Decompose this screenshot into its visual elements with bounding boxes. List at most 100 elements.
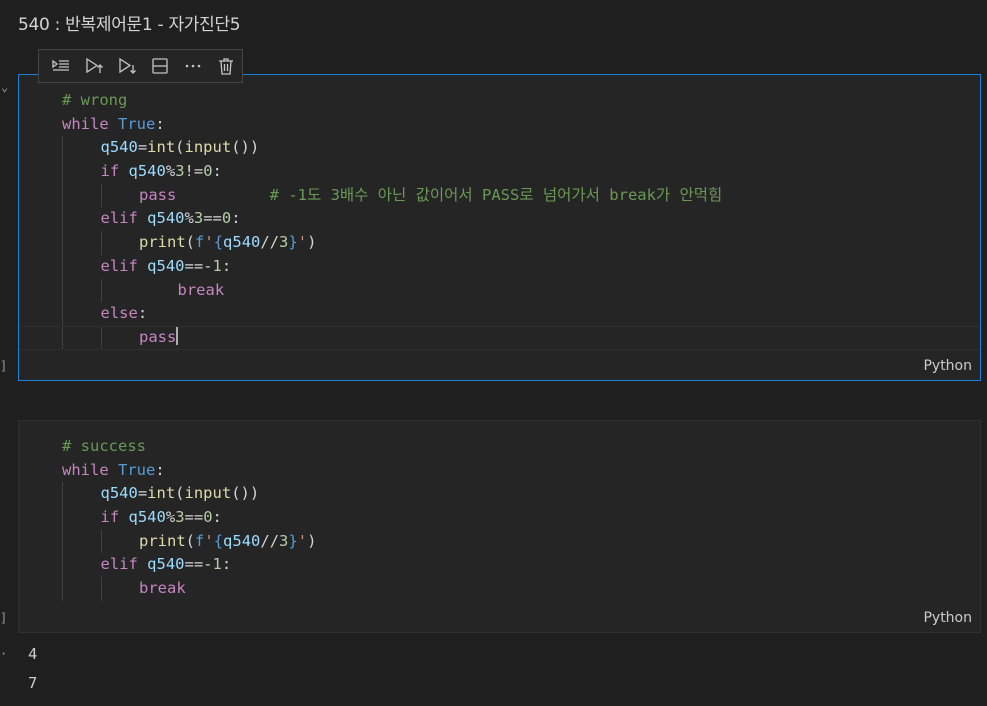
indent-guide <box>62 136 63 161</box>
code-token: ()) <box>231 138 260 157</box>
execute-above-icon <box>51 59 69 71</box>
code-line[interactable]: if q540%3!=0: <box>62 160 980 184</box>
code-token: } <box>288 233 298 252</box>
code-token: elif <box>100 209 138 228</box>
code-token: // <box>260 233 280 252</box>
more-actions-button[interactable] <box>178 51 209 81</box>
code-token: == <box>203 209 222 228</box>
code-editor[interactable]: # wrong while True: q540=int(input()) if q5… <box>19 89 980 350</box>
code-token: input <box>184 484 232 503</box>
indent-guide <box>62 553 63 578</box>
code-token: % <box>165 162 176 181</box>
code-token: 0 <box>203 508 213 527</box>
code-token: True <box>118 114 156 133</box>
indent-guide <box>62 577 63 601</box>
indent-guide <box>62 482 63 507</box>
code-token: - <box>203 555 213 574</box>
code-token: ' <box>297 531 308 550</box>
code-line[interactable]: elif q540==-1: <box>62 254 980 279</box>
code-line[interactable]: q540=int(input()) <box>62 136 980 161</box>
code-cell[interactable]: # success while True: q540=int(input()) if … <box>18 420 981 633</box>
code-line[interactable]: if q540%3==0: <box>62 506 980 530</box>
execute-cell-and-below-button[interactable] <box>111 51 142 81</box>
code-token: elif <box>100 256 138 275</box>
code-token: ) <box>307 531 317 550</box>
code-line[interactable]: print(f'{q540//3}') <box>62 231 980 255</box>
code-token: True <box>118 460 156 479</box>
code-line[interactable]: while True: <box>62 459 980 483</box>
code-token: 3 <box>279 531 289 550</box>
code-token: # -1도 3배수 아닌 값이어서 PASS로 넘어가서 break가 안먹힘 <box>269 185 723 204</box>
code-token: : <box>212 508 222 527</box>
code-token: input <box>184 138 232 157</box>
code-token: ' <box>297 233 308 252</box>
cell-language-label[interactable]: Python <box>923 358 972 374</box>
code-line[interactable]: # success <box>62 435 980 459</box>
indent-guide <box>100 183 102 208</box>
execute-above-button[interactable] <box>45 51 76 81</box>
code-line[interactable]: pass <box>19 325 980 350</box>
code-token: pass <box>139 327 177 346</box>
notebook-title: 540 : 반복제어문1 - 자가진단5 <box>18 15 241 35</box>
code-token: 3 <box>175 162 185 181</box>
indent-guide <box>100 278 102 303</box>
code-cell[interactable]: # wrong while True: q540=int(input()) if q5… <box>18 74 981 381</box>
code-token: ( <box>175 484 185 503</box>
code-token: pass <box>139 185 177 204</box>
delete-cell-button[interactable] <box>211 51 242 81</box>
code-editor[interactable]: # success while True: q540=int(input()) if … <box>62 435 980 601</box>
execute-cell-and-below-icon <box>119 57 136 74</box>
code-token: while <box>62 114 109 133</box>
code-token: ()) <box>231 484 260 503</box>
cell-toolbar <box>38 49 243 83</box>
split-cell-button[interactable] <box>145 51 176 81</box>
code-token: q540 <box>147 209 185 228</box>
code-line[interactable]: pass # -1도 3배수 아닌 값이어서 PASS로 넘어가서 break가… <box>62 183 980 208</box>
indent-guide <box>62 506 63 530</box>
code-token: : <box>155 114 165 133</box>
code-token: break <box>177 280 225 299</box>
code-token: 1 <box>212 555 222 574</box>
output-line: 4 <box>28 645 38 663</box>
code-token: q540 <box>100 138 138 157</box>
execute-cell-and-above-button[interactable] <box>78 51 109 81</box>
code-token: { <box>213 233 224 252</box>
code-line[interactable]: break <box>62 278 980 303</box>
code-token: q540 <box>100 484 138 503</box>
code-line[interactable]: while True: <box>62 113 980 137</box>
code-line[interactable]: else: <box>62 302 980 326</box>
code-token: { <box>213 531 224 550</box>
code-token: == <box>184 508 204 527</box>
code-token: print <box>139 531 186 550</box>
code-token: q540 <box>128 162 166 181</box>
code-line[interactable]: # wrong <box>62 89 980 113</box>
code-line[interactable]: break <box>62 577 980 601</box>
indent-guide <box>62 529 63 554</box>
code-token: 0 <box>203 162 213 181</box>
code-token: print <box>139 233 186 252</box>
code-line[interactable]: elif q540==-1: <box>62 553 980 578</box>
code-token: : <box>155 460 165 479</box>
code-token: = <box>137 138 148 157</box>
collapse-chevron-icon[interactable]: ⌄ <box>1 80 8 94</box>
indent-guide <box>100 577 102 601</box>
code-token: q540 <box>147 256 185 275</box>
code-token: q540 <box>223 233 261 252</box>
code-token: 0 <box>221 209 232 228</box>
code-line[interactable]: q540=int(input()) <box>62 482 980 507</box>
code-token: 3 <box>175 508 185 527</box>
cell-language-label[interactable]: Python <box>923 610 972 626</box>
execution-count-bracket: ] <box>0 611 8 625</box>
code-token: else <box>100 304 138 323</box>
code-token: != <box>184 162 204 181</box>
code-token: ' <box>204 531 214 550</box>
code-line[interactable]: elif q540%3==0: <box>62 207 980 232</box>
code-token: # wrong <box>62 91 128 109</box>
code-line[interactable]: print(f'{q540//3}') <box>62 529 980 554</box>
code-token: 3 <box>279 233 289 252</box>
indent-guide <box>100 325 102 350</box>
code-token: elif <box>100 555 138 574</box>
